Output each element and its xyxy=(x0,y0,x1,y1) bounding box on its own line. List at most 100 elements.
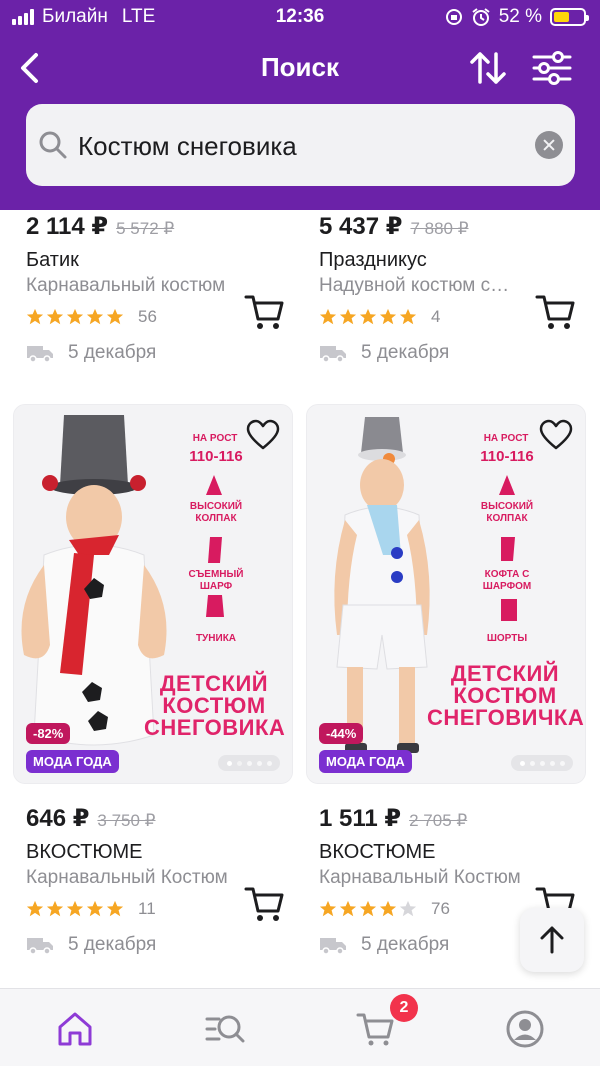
tab-bar xyxy=(0,988,600,1066)
brand-name: ВКОСТЮМЕ xyxy=(319,841,436,863)
promo-headline: ДЕТСКИЙ КОСТЮМ СНЕГОВИЧКА xyxy=(427,661,585,730)
trend-label: МОДА ГОДА xyxy=(319,750,412,773)
search-input[interactable]: Костюм снеговика xyxy=(78,131,297,162)
filter-sliders-icon[interactable] xyxy=(530,46,574,90)
rating-stars xyxy=(319,900,417,918)
nav-bar: Поиск xyxy=(0,40,600,96)
alarm-icon xyxy=(472,8,490,26)
price: 646 ₽ xyxy=(26,805,90,832)
favorite-heart-icon[interactable] xyxy=(246,419,280,451)
image-pager-dots xyxy=(218,755,280,771)
catalog-search-icon[interactable] xyxy=(205,1009,245,1049)
star-icon xyxy=(86,308,104,325)
image-pager-dots xyxy=(511,755,573,771)
cart-count-badge: 2 xyxy=(390,994,418,1022)
promo-height-value: 110-116 xyxy=(480,448,534,465)
battery-icon xyxy=(550,8,589,26)
promo-headline: ДЕТСКИЙ КОСТЮМ СНЕГОВИКА xyxy=(144,671,286,740)
rating: 11 xyxy=(26,899,156,919)
star-icon xyxy=(359,900,377,917)
star-icon xyxy=(399,900,417,917)
product-card[interactable]: 646 ₽ 3 750 ₽ ВКОСТЮМЕ Карнавальный Кост… xyxy=(26,804,306,955)
star-icon xyxy=(339,308,357,325)
truck-icon xyxy=(320,938,346,955)
star-icon xyxy=(399,308,417,325)
review-count: 4 xyxy=(431,307,441,326)
review-count: 11 xyxy=(138,899,156,918)
product-title[interactable]: Карнавальный костюм xyxy=(26,275,244,297)
promo-height-value: 110-116 xyxy=(189,448,243,465)
product-title[interactable]: Карнавальный Костюм xyxy=(319,867,535,889)
discount-badge: -82% xyxy=(26,723,71,744)
delivery-text: 5 декабря xyxy=(68,934,157,955)
delivery-text: 5 декабря xyxy=(361,342,450,363)
price: 1 511 ₽ xyxy=(319,805,402,832)
brand-name: Батик xyxy=(26,249,79,271)
star-icon xyxy=(339,900,357,917)
battery-percent: 52 % xyxy=(498,6,542,27)
scroll-to-top-button[interactable] xyxy=(520,908,584,972)
star-icon xyxy=(26,308,44,325)
product-image[interactable]: НА РОСТ 110-116 ВЫСОКИЙ КОЛПАК СЪЕМНЫЙ Ш… xyxy=(13,404,293,784)
truck-icon xyxy=(320,346,346,363)
cart-icon[interactable] xyxy=(356,1009,396,1049)
star-icon xyxy=(379,900,397,917)
old-price: 7 880 ₽ xyxy=(410,219,469,238)
promo-feature-hat: ВЫСОКИЙ КОЛПАК xyxy=(480,501,534,524)
promo-feature-scarf: СЪЕМНЫЙ ШАРФ xyxy=(188,569,244,592)
product-card[interactable]: 1 511 ₽ 2 705 ₽ ВКОСТЮМЕ Карнавальный Ко… xyxy=(319,804,599,955)
brand-name: ВКОСТЮМЕ xyxy=(26,841,143,863)
promo-feature-shorts: ШОРТЫ xyxy=(486,633,528,644)
price-row: 646 ₽ 3 750 ₽ xyxy=(26,804,306,834)
price: 5 437 ₽ xyxy=(319,213,403,240)
star-icon xyxy=(359,308,377,325)
old-price: 3 750 ₽ xyxy=(97,811,156,830)
star-icon xyxy=(66,900,84,917)
trend-label: МОДА ГОДА xyxy=(26,750,119,773)
star-icon xyxy=(379,308,397,325)
product-title[interactable]: Карнавальный Костюм xyxy=(26,867,244,889)
star-icon xyxy=(319,900,337,917)
promo-height-label: НА РОСТ xyxy=(192,433,238,444)
search-icon xyxy=(39,131,67,159)
star-icon xyxy=(66,308,84,325)
delivery-date: 5 декабря xyxy=(26,934,156,956)
delivery-date: 5 декабря xyxy=(319,934,449,956)
favorite-heart-icon[interactable] xyxy=(539,419,573,451)
profile-icon[interactable] xyxy=(505,1009,545,1049)
product-card[interactable]: 2 114 ₽ 5 572 ₽ Батик Карнавальный костю… xyxy=(26,212,306,363)
review-count: 76 xyxy=(431,899,450,918)
clear-search-icon[interactable] xyxy=(535,131,563,159)
home-icon[interactable] xyxy=(55,1009,95,1049)
product-image[interactable]: НА РОСТ 110-116 ВЫСОКИЙ КОЛПАК КОФТА С Ш… xyxy=(306,404,586,784)
rating-stars xyxy=(26,900,124,918)
price: 2 114 ₽ xyxy=(26,213,109,240)
app-header: Билайн LTE 12:36 52 % Поиск Костюм снего… xyxy=(0,0,600,210)
add-to-cart-icon[interactable] xyxy=(535,292,577,332)
star-icon xyxy=(106,308,124,325)
add-to-cart-icon[interactable] xyxy=(244,292,286,332)
promo-feature-hat: ВЫСОКИЙ КОЛПАК xyxy=(189,501,243,524)
promo-feature-sweater: КОФТА С ШАРФОМ xyxy=(482,569,532,592)
star-icon xyxy=(46,308,64,325)
delivery-date: 5 декабря xyxy=(26,342,156,364)
arrow-up-icon xyxy=(540,926,564,954)
product-card[interactable]: 5 437 ₽ 7 880 ₽ Праздникус Надувной кост… xyxy=(319,212,599,363)
discount-badge: -44% xyxy=(319,723,364,744)
product-title[interactable]: Надувной костюм снеговика xyxy=(319,275,519,297)
old-price: 2 705 ₽ xyxy=(409,811,468,830)
search-field[interactable]: Костюм снеговика xyxy=(26,104,575,186)
review-count: 56 xyxy=(138,307,157,326)
price-row: 5 437 ₽ 7 880 ₽ xyxy=(319,212,599,242)
delivery-text: 5 декабря xyxy=(361,934,450,955)
star-icon xyxy=(26,900,44,917)
star-icon xyxy=(319,308,337,325)
sort-icon[interactable] xyxy=(466,46,510,90)
add-to-cart-icon[interactable] xyxy=(244,884,286,924)
price-row: 1 511 ₽ 2 705 ₽ xyxy=(319,804,599,834)
rating-stars xyxy=(26,308,124,326)
star-icon xyxy=(106,900,124,917)
rating-stars xyxy=(319,308,417,326)
star-icon xyxy=(46,900,64,917)
promo-feature-tunic: ТУНИКА xyxy=(195,633,237,644)
